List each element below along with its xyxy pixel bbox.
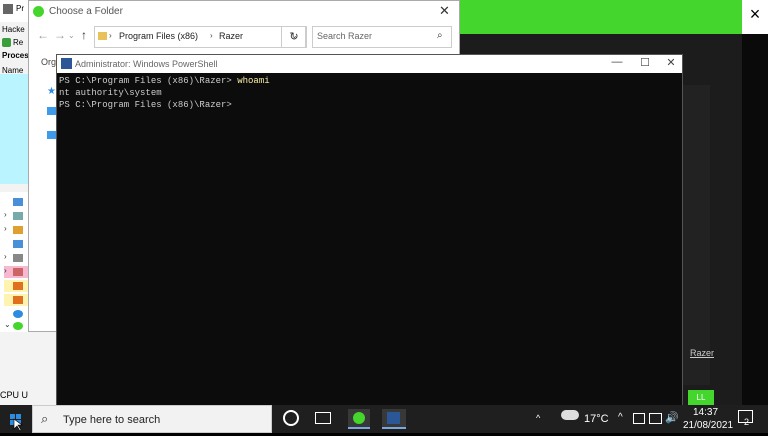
maximize-icon[interactable]: ☐ (635, 56, 655, 69)
clock-date[interactable]: 21/08/2021 (683, 420, 733, 431)
console-line: PS C:\Program Files (x86)\Razer> (59, 100, 232, 110)
razer-install-button[interactable]: LL (688, 390, 714, 405)
console-output[interactable]: PS C:\Program Files (x86)\Razer> whoami … (59, 75, 270, 111)
razer-logo-icon (353, 412, 365, 424)
tree-row[interactable] (4, 308, 28, 320)
forward-arrow-icon[interactable]: → (54, 28, 66, 42)
back-arrow-icon[interactable]: ← (37, 28, 49, 42)
chevron-down-icon[interactable]: ⌄ (4, 320, 11, 329)
chevron-right-icon[interactable]: › (210, 31, 213, 40)
search-icon[interactable]: ⌕ (437, 30, 443, 41)
razer-panel (680, 85, 710, 385)
razer-process-icon (13, 322, 23, 330)
close-icon[interactable]: × (742, 0, 768, 34)
show-hidden-icons[interactable]: ^ (536, 407, 546, 431)
taskbar: ⌕ Type here to search ^ 17°C ^ 🔊 14:37 2… (0, 405, 768, 433)
onedrive-tray-icon[interactable] (633, 413, 645, 424)
tree-row[interactable]: › (4, 252, 28, 264)
cloud-icon[interactable] (561, 410, 579, 420)
tree-row[interactable] (4, 196, 28, 208)
tree-row[interactable] (4, 238, 28, 250)
volume-icon[interactable]: 🔊 (665, 411, 679, 424)
menu-bar[interactable]: Hacke (2, 25, 25, 34)
console-line: nt authority\system (59, 88, 162, 98)
dialog-title: Choose a Folder (49, 6, 123, 17)
process-tree[interactable]: › › › › ⌄ (0, 192, 30, 332)
tree-row[interactable]: ⌄ (4, 320, 28, 332)
search-box[interactable]: Search Razer ⌕ (312, 26, 452, 48)
up-arrow-icon[interactable]: ↑ (81, 28, 87, 42)
razer-header (456, 0, 742, 34)
tree-row-highlighted[interactable] (4, 280, 28, 292)
refresh-button[interactable]: Re (13, 38, 23, 47)
chevron-right-icon[interactable]: › (4, 266, 7, 275)
refresh-icon[interactable] (2, 38, 11, 47)
process-icon (13, 282, 23, 290)
address-bar[interactable]: › Program Files (x86) › Razer ⌄ (94, 26, 306, 48)
tree-row-highlighted[interactable]: › (4, 266, 28, 278)
taskbar-search-placeholder: Type here to search (63, 414, 161, 426)
chevron-up-icon[interactable]: ^ (618, 412, 623, 423)
process-icon (13, 198, 23, 206)
razer-logo-icon (33, 6, 44, 17)
network-icon[interactable] (649, 413, 662, 424)
search-placeholder: Search Razer (317, 31, 373, 41)
taskbar-powershell[interactable] (382, 409, 406, 429)
windows-logo-icon (10, 414, 23, 432)
notification-count: 2 (744, 417, 750, 427)
chevron-right-icon[interactable]: › (4, 224, 7, 233)
minimize-icon[interactable]: — (607, 56, 627, 68)
powershell-title: Administrator: Windows PowerShell (75, 59, 218, 69)
path-segment[interactable]: Razer (219, 31, 243, 41)
letterbox-right (742, 34, 768, 405)
search-icon: ⌕ (41, 411, 49, 426)
refresh-button[interactable]: ↻ (281, 26, 307, 48)
razer-link[interactable]: Razer (690, 348, 714, 358)
clock-time[interactable]: 14:37 (693, 407, 718, 418)
powershell-window[interactable]: Administrator: Windows PowerShell — ☐ ✕ … (56, 54, 683, 407)
process-icon (13, 296, 23, 304)
chevron-up-icon: ^ (536, 413, 541, 423)
app-icon (3, 4, 13, 14)
process-icon (13, 226, 23, 234)
powershell-titlebar[interactable]: Administrator: Windows PowerShell — ☐ ✕ (57, 55, 682, 73)
process-icon (13, 254, 23, 262)
organize-menu[interactable]: Org (41, 57, 56, 67)
tree-row[interactable]: › (4, 224, 28, 236)
tree-row-highlighted[interactable] (4, 294, 28, 306)
process-icon (13, 268, 23, 276)
navigation-bar: ← → ⌄ ↑ › Program Files (x86) › Razer ⌄ … (29, 23, 459, 49)
chevron-right-icon[interactable]: › (4, 252, 7, 261)
taskbar-razer[interactable] (348, 409, 370, 429)
close-icon[interactable]: ✕ (439, 3, 450, 19)
process-icon (13, 240, 23, 248)
cpu-usage-status: CPU U (0, 390, 29, 400)
powershell-icon (61, 58, 72, 69)
process-icon (13, 212, 23, 220)
powershell-icon (387, 412, 400, 424)
notification-center-button[interactable]: 2 (738, 410, 754, 427)
close-icon[interactable]: ✕ (661, 56, 681, 69)
console-line: PS C:\Program Files (x86)\Razer> whoami (59, 76, 270, 86)
folder-icon (98, 32, 107, 40)
task-view-icon[interactable] (315, 412, 331, 424)
tab-processes[interactable]: Proces (2, 51, 29, 60)
tree-row[interactable]: › (4, 210, 28, 222)
cortana-icon[interactable] (283, 410, 299, 426)
cloud-icon (13, 310, 23, 318)
dialog-titlebar: Choose a Folder ✕ (29, 1, 459, 23)
chevron-right-icon[interactable]: › (109, 31, 112, 40)
window-title: Pr (16, 4, 24, 13)
chevron-right-icon[interactable]: › (4, 210, 7, 219)
taskbar-search[interactable]: ⌕ Type here to search (32, 405, 272, 433)
chevron-down-icon[interactable]: ⌄ (68, 31, 75, 40)
start-button[interactable] (0, 405, 30, 433)
temperature[interactable]: 17°C (584, 413, 609, 425)
process-list-highlight (0, 74, 30, 184)
path-segment[interactable]: Program Files (x86) (119, 31, 198, 41)
star-icon[interactable]: ★ (47, 86, 56, 97)
